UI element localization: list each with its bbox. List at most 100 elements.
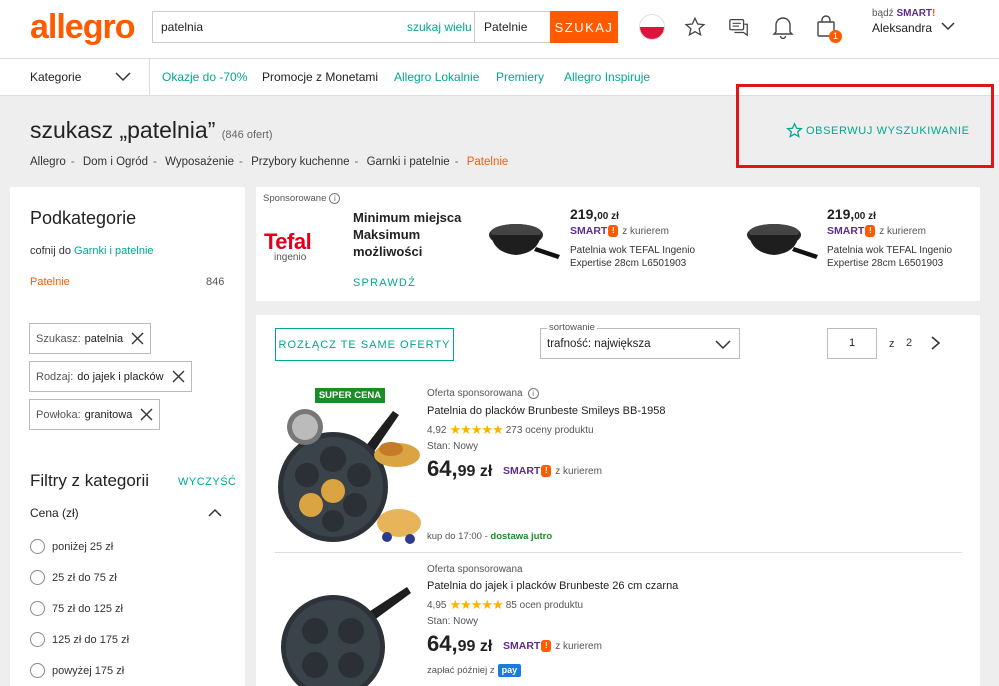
- banner-tagline: Minimum miejsca Maksimum możliwości: [353, 210, 462, 259]
- banner-product-name[interactable]: Patelnia wok TEFAL Ingenio Expertise 28c…: [827, 244, 967, 270]
- messages-icon[interactable]: [728, 16, 750, 38]
- subcategory-item[interactable]: Patelnie: [30, 276, 70, 288]
- price-option-label: poniżej 25 zł: [52, 540, 114, 553]
- breadcrumb-item[interactable]: Dom i Ogród: [83, 156, 148, 168]
- user-name[interactable]: Aleksandra: [872, 21, 932, 35]
- allegro-logo[interactable]: allegro: [30, 8, 135, 47]
- smart-courier-badge: SMART! z kurierem: [827, 225, 926, 238]
- filter-chip-search[interactable]: Szukasz: patelnia: [29, 323, 152, 354]
- chip-value: do jajek i placków: [77, 370, 164, 383]
- offer-title[interactable]: Patelnia do jajek i placków Brunbeste 26…: [427, 580, 678, 592]
- search-button[interactable]: SZUKAJ: [550, 11, 618, 43]
- paypo-badge: pay: [497, 664, 522, 677]
- price-integer: 64,: [427, 456, 458, 481]
- price-option[interactable]: 25 zł do 75 zł: [30, 570, 117, 585]
- review-count[interactable]: 273 oceny produktu: [506, 425, 594, 436]
- pay-later-text: zapłać później z: [427, 665, 495, 676]
- smart-label: SMART: [827, 225, 865, 237]
- offer-divider: [275, 552, 962, 553]
- offer-rating: 4,92 ★★★★★ 273 oceny produktu: [427, 422, 594, 438]
- breadcrumb-item[interactable]: Przybory kuchenne: [251, 156, 349, 168]
- price-filter-heading[interactable]: Cena (zł): [30, 506, 79, 520]
- page-title-text: szukasz „patelnia”: [30, 117, 216, 143]
- back-link[interactable]: Garnki i patelnie: [74, 245, 154, 257]
- pancake-pan-image[interactable]: [275, 387, 421, 547]
- radio-button[interactable]: [30, 601, 45, 616]
- chevron-down-icon[interactable]: [941, 20, 955, 32]
- breadcrumb-item[interactable]: Garnki i patelnie: [367, 156, 450, 168]
- chevron-up-icon[interactable]: [208, 508, 222, 518]
- courier-label: z kurierem: [622, 226, 669, 237]
- smart-promo[interactable]: bądź SMART!: [872, 8, 935, 19]
- radio-button[interactable]: [30, 663, 45, 678]
- bell-icon[interactable]: [772, 15, 794, 39]
- search-input[interactable]: [153, 12, 407, 42]
- sponsored-offer-label: Oferta sponsorowana i: [427, 388, 539, 399]
- clear-filters-button[interactable]: WYCZYŚĆ: [178, 476, 237, 488]
- rating-value: 4,92: [427, 424, 447, 436]
- nav-link-local[interactable]: Allegro Lokalnie: [394, 70, 479, 84]
- categories-dropdown[interactable]: Kategorie: [10, 59, 150, 95]
- close-icon[interactable]: [172, 370, 185, 383]
- filter-chip-type[interactable]: Rodzaj: do jajek i placków: [29, 361, 192, 392]
- banner-product-name[interactable]: Patelnia wok TEFAL Ingenio Expertise 28c…: [570, 244, 710, 270]
- chip-label: Powłoka:: [36, 408, 81, 421]
- chevron-right-icon[interactable]: [929, 335, 941, 351]
- breadcrumb-item[interactable]: Wyposażenie: [165, 156, 234, 168]
- delivery-info: kup do 17:00 - dostawa jutro: [427, 531, 552, 542]
- radio-button[interactable]: [30, 539, 45, 554]
- sort-label: sortowanie: [547, 322, 597, 333]
- offer-condition: Stan: Nowy: [427, 616, 479, 627]
- courier-label: z kurierem: [555, 466, 602, 477]
- filter-chip-coating[interactable]: Powłoka: granitowa: [29, 399, 161, 430]
- super-price-badge: SUPER CENA: [315, 388, 385, 403]
- sponsored-banner: Sponsorowane i Tefal ingenio Minimum mie…: [256, 187, 980, 301]
- offer-rating: 4,95 ★★★★★ 85 ocen produktu: [427, 597, 583, 613]
- price-option-label: 125 zł do 175 zł: [52, 633, 130, 646]
- nav-link-deals[interactable]: Okazje do -70%: [162, 70, 247, 84]
- star-icon[interactable]: [684, 16, 706, 38]
- info-icon[interactable]: i: [329, 193, 341, 204]
- close-icon[interactable]: [140, 408, 153, 421]
- breadcrumb-item[interactable]: Allegro: [30, 156, 66, 168]
- offer-price: 64,99 zł: [427, 631, 492, 657]
- sponsored-offer-label: Oferta sponsorowana: [427, 564, 523, 575]
- banner-product-price: 219,00 zł: [570, 206, 619, 222]
- close-icon[interactable]: [131, 332, 144, 345]
- offer-price: 64,99 zł: [427, 456, 492, 482]
- nav-link-premieres[interactable]: Premiery: [496, 70, 544, 84]
- radio-button[interactable]: [30, 632, 45, 647]
- wok-pan-image[interactable]: [486, 215, 564, 261]
- egg-pan-image[interactable]: [275, 565, 421, 686]
- price-decimal: 00 zł: [597, 211, 619, 222]
- offer-title[interactable]: Patelnia do placków Brunbeste Smileys BB…: [427, 405, 665, 417]
- nav-link-inspiration[interactable]: Allegro Inspiruje: [564, 70, 650, 84]
- delivery-tomorrow: dostawa jutro: [490, 531, 553, 542]
- poland-flag-icon[interactable]: [639, 14, 665, 40]
- price-option[interactable]: 125 zł do 175 zł: [30, 632, 129, 647]
- info-icon[interactable]: i: [527, 388, 539, 399]
- subcategory-count: 846: [206, 276, 225, 288]
- nav-link-coins[interactable]: Promocje z Monetami: [262, 70, 378, 84]
- tefal-logo[interactable]: Tefal ingenio: [264, 229, 312, 263]
- sponsored-tag: Sponsorowane i: [263, 193, 341, 204]
- review-count[interactable]: 85 ocen produktu: [506, 600, 583, 611]
- price-option[interactable]: poniżej 25 zł: [30, 539, 113, 554]
- categories-label: Kategorie: [30, 70, 82, 84]
- page-number-input[interactable]: 1: [827, 328, 877, 359]
- wok-pan-image[interactable]: [744, 215, 822, 261]
- filters-heading: Filtry z kategorii: [30, 471, 150, 490]
- banner-cta-link[interactable]: SPRAWDŹ: [353, 277, 416, 289]
- breadcrumb: Allegro - Dom i Ogród - Wyposażenie - Przyb…: [30, 156, 509, 168]
- top-header: allegro szukaj wielu Patelnie SZUKAJ 1 b…: [0, 0, 999, 58]
- price-integer: 219,: [827, 206, 855, 222]
- search-bar: szukaj wielu Patelnie: [152, 11, 618, 43]
- sort-select[interactable]: sortowanie trafność: największa: [540, 322, 740, 359]
- disconnect-same-offers-button[interactable]: ROZŁĄCZ TE SAME OFERTY: [275, 328, 454, 361]
- radio-button[interactable]: [30, 570, 45, 585]
- smart-label: SMART: [570, 225, 608, 237]
- price-option[interactable]: powyżej 175 zł: [30, 663, 124, 678]
- search-many-link[interactable]: szukaj wielu: [407, 12, 475, 42]
- page-total[interactable]: 2: [906, 337, 912, 349]
- price-option[interactable]: 75 zł do 125 zł: [30, 601, 123, 616]
